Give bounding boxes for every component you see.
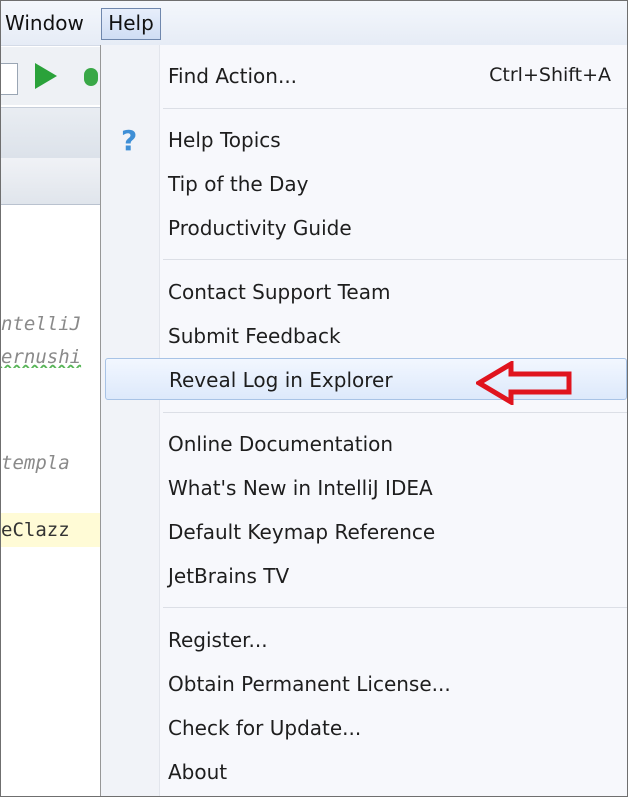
menu-item-label: Productivity Guide xyxy=(168,216,352,240)
menu-item-productivity-guide[interactable]: Productivity Guide xyxy=(105,208,627,248)
menu-item-label: About xyxy=(168,760,228,784)
menu-window[interactable]: Window xyxy=(5,11,84,35)
menu-item-tip-of-the-day[interactable]: Tip of the Day xyxy=(105,164,627,204)
editor-tabs xyxy=(1,158,101,205)
menu-item-label: What's New in IntelliJ IDEA xyxy=(168,476,433,500)
menu-item-label: Check for Update... xyxy=(168,716,362,740)
menu-item-label: Find Action... xyxy=(168,64,298,88)
question-mark-icon: ? xyxy=(121,124,138,157)
code-line: ntelliJ xyxy=(1,313,82,335)
menu-item-contact-support[interactable]: Contact Support Team xyxy=(105,272,627,312)
menu-item-label: Tip of the Day xyxy=(168,172,309,196)
menu-bar: Window Help xyxy=(1,1,627,46)
menu-item-jetbrains-tv[interactable]: JetBrains TV xyxy=(105,556,627,596)
annotation-arrow-icon xyxy=(476,361,572,405)
menu-item-label: Help Topics xyxy=(168,128,281,152)
help-menu-dropdown: Find Action... Ctrl+Shift+A ? Help Topic… xyxy=(100,45,627,796)
code-editor[interactable] xyxy=(1,205,101,796)
menu-item-label: JetBrains TV xyxy=(168,564,290,588)
menu-item-obtain-license[interactable]: Obtain Permanent License... xyxy=(105,664,627,704)
code-line-highlighted: eClazz xyxy=(1,513,101,547)
menu-item-check-for-update[interactable]: Check for Update... xyxy=(105,708,627,748)
menu-separator xyxy=(163,259,627,260)
menu-help[interactable]: Help xyxy=(101,8,161,40)
menu-item-submit-feedback[interactable]: Submit Feedback xyxy=(105,316,627,356)
menu-separator xyxy=(163,412,627,413)
menu-item-about[interactable]: About xyxy=(105,752,627,792)
bug-shape xyxy=(84,68,98,86)
menu-item-label: Online Documentation xyxy=(168,432,394,456)
run-config-combo[interactable] xyxy=(1,63,18,95)
menu-item-default-keymap[interactable]: Default Keymap Reference xyxy=(105,512,627,552)
menu-separator xyxy=(163,607,627,608)
menu-item-label: Obtain Permanent License... xyxy=(168,672,451,696)
menu-item-online-documentation[interactable]: Online Documentation xyxy=(105,424,627,464)
menu-item-whats-new[interactable]: What's New in IntelliJ IDEA xyxy=(105,468,627,508)
navigation-bar xyxy=(1,107,101,159)
menu-separator xyxy=(163,108,627,109)
menu-item-help-topics[interactable]: ? Help Topics xyxy=(105,120,627,160)
debug-icon[interactable] xyxy=(81,65,101,89)
menu-item-label: Submit Feedback xyxy=(168,324,341,348)
menu-item-shortcut: Ctrl+Shift+A xyxy=(489,64,611,86)
menu-item-register[interactable]: Register... xyxy=(105,620,627,660)
run-icon[interactable] xyxy=(35,63,57,89)
menu-item-find-action[interactable]: Find Action... Ctrl+Shift+A xyxy=(105,56,627,96)
menu-item-label: Contact Support Team xyxy=(168,280,391,304)
code-line: ernushi xyxy=(1,346,82,368)
app-window: Window Help ntelliJ ernushi templa eClaz… xyxy=(0,0,628,797)
code-line: templa xyxy=(1,452,70,474)
menu-item-label: Reveal Log in Explorer xyxy=(169,368,393,392)
menu-item-label: Register... xyxy=(168,628,268,652)
menu-item-label: Default Keymap Reference xyxy=(168,520,436,544)
